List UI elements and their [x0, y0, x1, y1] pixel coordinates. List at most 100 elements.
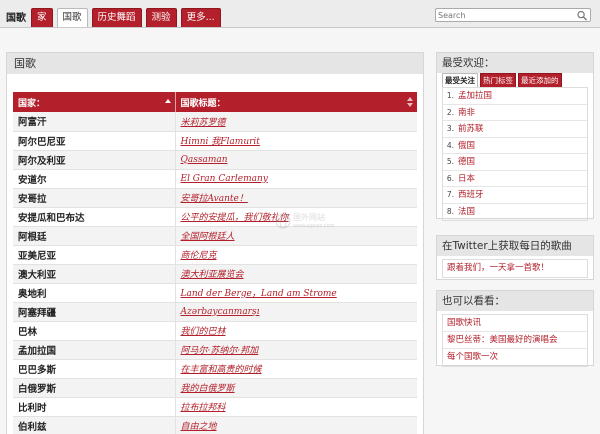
column-header-country[interactable]: 国家： — [13, 92, 176, 112]
list-item[interactable]: 6. 日本 — [443, 171, 587, 187]
main-nav: 家 国歌 历史舞蹈 测验 更多... — [31, 8, 225, 27]
anthem-link[interactable]: 商伦尼克 — [175, 245, 417, 265]
list-item-link[interactable]: 俄国 — [458, 138, 475, 154]
nav-tab-history-dance[interactable]: 历史舞蹈 — [91, 8, 142, 27]
anthem-link[interactable]: Azərbaycanmarşı — [175, 302, 417, 322]
country-cell: 阿塞拜疆 — [13, 302, 176, 322]
popular-tabs: 最受关注 热门标签 最近添加的 — [437, 73, 593, 87]
sort-icon — [407, 97, 413, 107]
list-item-number: 4. — [446, 140, 454, 150]
anthem-link[interactable]: Qassaman — [175, 150, 417, 170]
popular-list: 1. 孟加拉国 2. 南非 3. 前苏联 4. 俄国 5. 德国 6. 日本 7. 西班牙 8… — [442, 87, 588, 221]
table-row: 孟加拉国 阿马尔·苏纳尔·邦加 — [13, 340, 417, 360]
country-cell: 阿富汗 — [13, 112, 176, 132]
table-row: 亚美尼亚 商伦尼克 — [13, 245, 417, 265]
table-row: 阿根廷 全国阿根廷人 — [13, 226, 417, 246]
list-item-number: 5. — [446, 157, 454, 166]
table-row: 阿富汗 米莉苏罗德 — [13, 112, 417, 132]
nav-tab-anthems[interactable]: 国歌 — [56, 8, 88, 27]
list-item[interactable]: 2. 南非 — [443, 105, 587, 121]
list-item[interactable]: 4. 俄国 — [443, 138, 587, 154]
twitter-title: 在Twitter上获取每日的歌曲 — [437, 236, 593, 256]
country-cell: 巴林 — [13, 321, 176, 341]
twitter-list: 跟着我们，一天拿一首歌！ — [442, 259, 588, 278]
see-also-link[interactable]: 国歌快讯 — [443, 315, 587, 332]
table-row: 比利时 拉布拉邦科 — [13, 397, 417, 417]
tab-recently-added[interactable]: 最近添加的 — [518, 73, 562, 87]
table-row: 巴巴多斯 在丰富和高贵的时候 — [13, 359, 417, 379]
anthem-link[interactable]: 自由之地 — [175, 416, 417, 434]
country-cell: 比利时 — [13, 397, 176, 417]
anthem-link[interactable]: 我们的巴林 — [175, 321, 417, 341]
list-item-link[interactable]: 德国 — [458, 154, 475, 170]
list-item-number: 3. — [446, 124, 454, 133]
popular-title: 最受欢迎： — [437, 53, 593, 73]
list-item-link[interactable]: 法国 — [458, 204, 475, 221]
column-header-country-label: 国家： — [18, 98, 46, 109]
country-cell: 安哥拉 — [13, 188, 176, 208]
table-row: 阿尔巴尼亚 Himni 我Flamurit — [13, 131, 417, 151]
table-row: 阿塞拜疆 Azərbaycanmarşı — [13, 302, 417, 322]
search-box — [435, 8, 591, 22]
column-header-anthem[interactable]: 国歌标题： — [175, 92, 417, 112]
country-cell: 白俄罗斯 — [13, 378, 176, 398]
anthems-table: 国家： 国歌标题： 阿富汗 米莉苏罗德 阿尔巴尼亚 Himni 我Flamurit … — [13, 92, 417, 434]
site-brand[interactable]: 国歌 — [6, 9, 26, 24]
list-item-link[interactable]: 孟加拉国 — [458, 88, 492, 104]
table-row: 伯利兹 自由之地 — [13, 416, 417, 434]
list-item-link[interactable]: 前苏联 — [458, 121, 484, 137]
country-cell: 巴巴多斯 — [13, 359, 176, 379]
watermark-url: www.agxwz.com — [293, 223, 335, 229]
twitter-follow-link[interactable]: 跟着我们，一天拿一首歌！ — [443, 260, 587, 277]
anthem-link[interactable]: 在丰富和高贵的时候 — [175, 359, 417, 379]
list-item-number: 1. — [446, 91, 454, 100]
page-title: 国歌 — [7, 53, 423, 74]
see-also-link[interactable]: 每个国歌一次 — [443, 349, 587, 366]
see-also-list: 国歌快讯 黎巴丝蒂：美国最好的演唱会 每个国歌一次 — [442, 314, 588, 367]
list-item[interactable]: 1. 孟加拉国 — [443, 88, 587, 105]
list-item[interactable]: 7. 西班牙 — [443, 187, 587, 204]
anthem-link[interactable]: Land der Berge，Land am Strome — [175, 283, 417, 303]
table-row: 奥地利 Land der Berge，Land am Strome — [13, 283, 417, 303]
country-cell: 安提瓜和巴布达 — [13, 207, 176, 227]
country-cell: 孟加拉国 — [13, 340, 176, 360]
list-item[interactable]: 3. 前苏联 — [443, 121, 587, 138]
tab-hot-tags[interactable]: 热门标签 — [480, 73, 516, 87]
anthem-link[interactable]: Himni 我Flamurit — [175, 131, 417, 151]
anthem-link[interactable]: 米莉苏罗德 — [175, 112, 417, 132]
country-cell: 亚美尼亚 — [13, 245, 176, 265]
anthem-link[interactable]: 澳大利亚展览会 — [175, 264, 417, 284]
anthem-link[interactable]: 安哥拉Avante！ — [175, 188, 417, 208]
search-icon[interactable] — [576, 10, 588, 21]
see-also-link[interactable]: 黎巴丝蒂：美国最好的演唱会 — [443, 332, 587, 349]
nav-tab-home[interactable]: 家 — [31, 8, 53, 27]
table-row: 白俄罗斯 我的白俄罗斯 — [13, 378, 417, 398]
list-item[interactable]: 5. 德国 — [443, 154, 587, 171]
anthem-link[interactable]: 拉布拉邦科 — [175, 397, 417, 417]
list-item[interactable]: 8. 法国 — [443, 204, 587, 221]
country-cell: 阿尔巴尼亚 — [13, 131, 176, 151]
nav-tab-more[interactable]: 更多... — [180, 8, 221, 27]
table-row: 澳大利亚 澳大利亚展览会 — [13, 264, 417, 284]
see-also-panel: 也可以看看： 国歌快讯 黎巴丝蒂：美国最好的演唱会 每个国歌一次 — [436, 290, 594, 367]
nav-tab-quiz[interactable]: 测验 — [145, 8, 177, 27]
top-bar: 国歌 家 国歌 历史舞蹈 测验 更多... — [0, 0, 600, 28]
table-row: 巴林 我们的巴林 — [13, 321, 417, 341]
list-item-number: 8. — [446, 206, 454, 216]
globe-icon — [275, 213, 291, 229]
anthem-link[interactable]: 我的白俄罗斯 — [175, 378, 417, 398]
list-item-link[interactable]: 日本 — [458, 171, 475, 187]
country-cell: 奥地利 — [13, 283, 176, 303]
country-cell: 安道尔 — [13, 169, 176, 189]
country-cell: 伯利兹 — [13, 416, 176, 434]
search-input[interactable] — [438, 9, 574, 21]
anthem-link[interactable]: 阿马尔·苏纳尔·邦加 — [175, 340, 417, 360]
column-header-anthem-label: 国歌标题： — [180, 98, 226, 109]
list-item-link[interactable]: 南非 — [458, 105, 475, 121]
list-item-link[interactable]: 西班牙 — [458, 187, 484, 203]
list-item-number: 2. — [446, 107, 454, 117]
tab-most-viewed[interactable]: 最受关注 — [442, 73, 478, 87]
twitter-panel: 在Twitter上获取每日的歌曲 跟着我们，一天拿一首歌！ — [436, 235, 594, 280]
list-item-number: 7. — [446, 190, 454, 199]
anthem-link[interactable]: El Gran Carlemany — [175, 169, 417, 189]
